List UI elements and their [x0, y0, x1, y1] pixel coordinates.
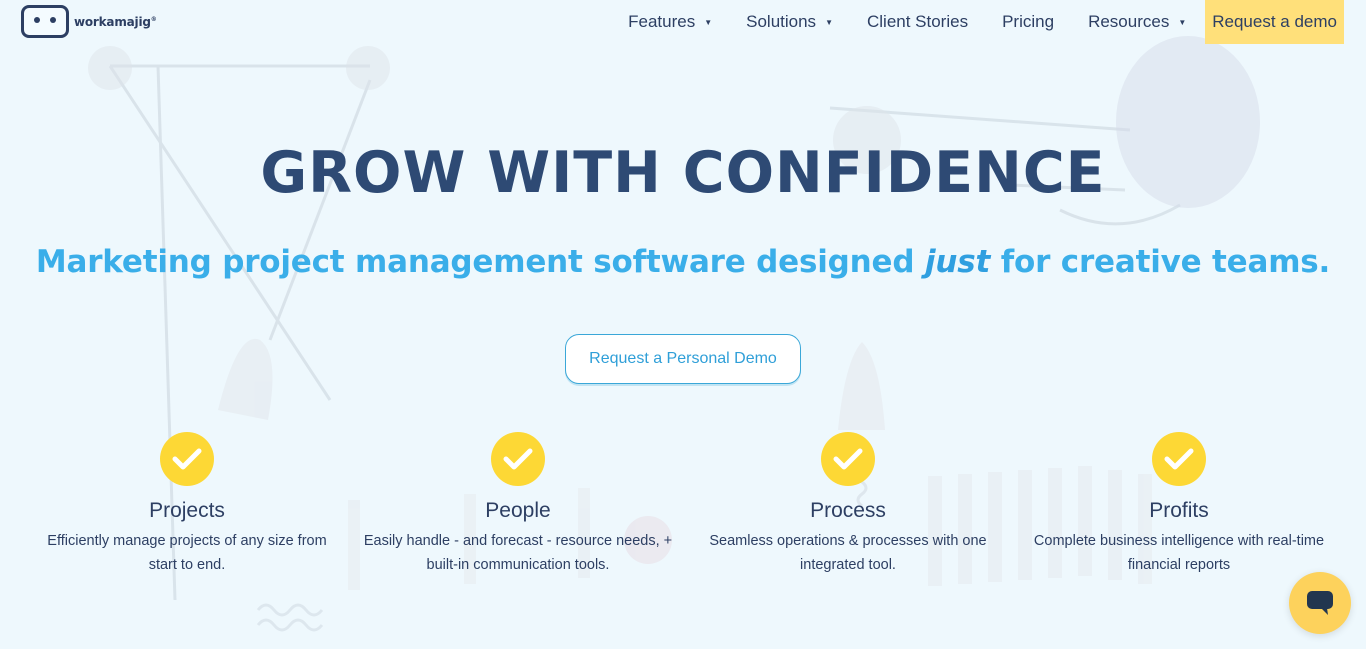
features-row: Projects Efficiently manage projects of …: [0, 432, 1366, 592]
checkmark-icon: [1152, 432, 1206, 486]
main-menu: Features ▼ Solutions ▼ Client Stories Pr…: [611, 0, 1344, 44]
nav-item-label: Solutions: [746, 12, 817, 31]
feature-description: Efficiently manage projects of any size …: [47, 533, 327, 573]
logo-eye-left: [34, 17, 40, 23]
feature-profits: Profits Complete business intelligence w…: [1024, 432, 1334, 577]
request-personal-demo-button[interactable]: Request a Personal Demo: [565, 334, 801, 384]
hero-subtitle: Marketing project management software de…: [0, 244, 1366, 280]
feature-title: People: [485, 499, 551, 522]
robot-face-icon: [21, 5, 69, 38]
feature-description: Seamless operations & processes with one…: [709, 533, 987, 573]
nav-item-pricing[interactable]: Pricing: [985, 0, 1071, 44]
hero-subtitle-end: for creative teams.: [990, 244, 1331, 280]
nav-item-label: Pricing: [1002, 12, 1055, 31]
feature-people: People Easily handle - and forecast - re…: [363, 432, 673, 577]
feature-title: Process: [810, 499, 886, 522]
nav-item-label: Resources: [1088, 12, 1170, 31]
workamajig-logo[interactable]: workamajig®: [21, 5, 157, 38]
feature-description: Easily handle - and forecast - resource …: [363, 533, 673, 573]
request-demo-nav-button[interactable]: Request a demo: [1205, 0, 1344, 44]
feature-title: Projects: [149, 499, 225, 522]
logo-eye-right: [50, 17, 56, 23]
feature-description: Complete business intelligence with real…: [1033, 533, 1325, 573]
nav-item-resources[interactable]: Resources ▼: [1071, 0, 1203, 44]
hero-title: GROW WITH CONFIDENCE: [260, 140, 1106, 206]
caret-down-icon: ▼: [704, 17, 713, 27]
caret-down-icon: ▼: [825, 17, 833, 27]
feature-process: Process Seamless operations & processes …: [693, 432, 1003, 577]
nav-item-label: Features: [628, 12, 696, 31]
checkmark-icon: [821, 432, 875, 486]
feature-title: Profits: [1149, 499, 1209, 522]
nav-item-features[interactable]: Features ▼: [611, 0, 729, 44]
feature-projects: Projects Efficiently manage projects of …: [32, 432, 342, 577]
chat-bubble-icon: [1307, 591, 1333, 615]
hero-subtitle-start: Marketing project management software de…: [35, 244, 925, 280]
nav-item-client-stories[interactable]: Client Stories: [850, 0, 985, 44]
hero-subtitle-emphasis: just: [924, 244, 991, 280]
caret-down-icon: ▼: [1178, 17, 1187, 27]
chat-launcher-button[interactable]: [1289, 572, 1351, 634]
logo-wordmark: workamajig®: [74, 14, 157, 29]
nav-item-label: Client Stories: [866, 12, 969, 31]
top-navigation: workamajig® Features ▼ Solutions ▼ Clien…: [0, 0, 1366, 44]
nav-item-solutions[interactable]: Solutions ▼: [729, 0, 850, 44]
checkmark-icon: [160, 432, 214, 486]
checkmark-icon: [491, 432, 545, 486]
